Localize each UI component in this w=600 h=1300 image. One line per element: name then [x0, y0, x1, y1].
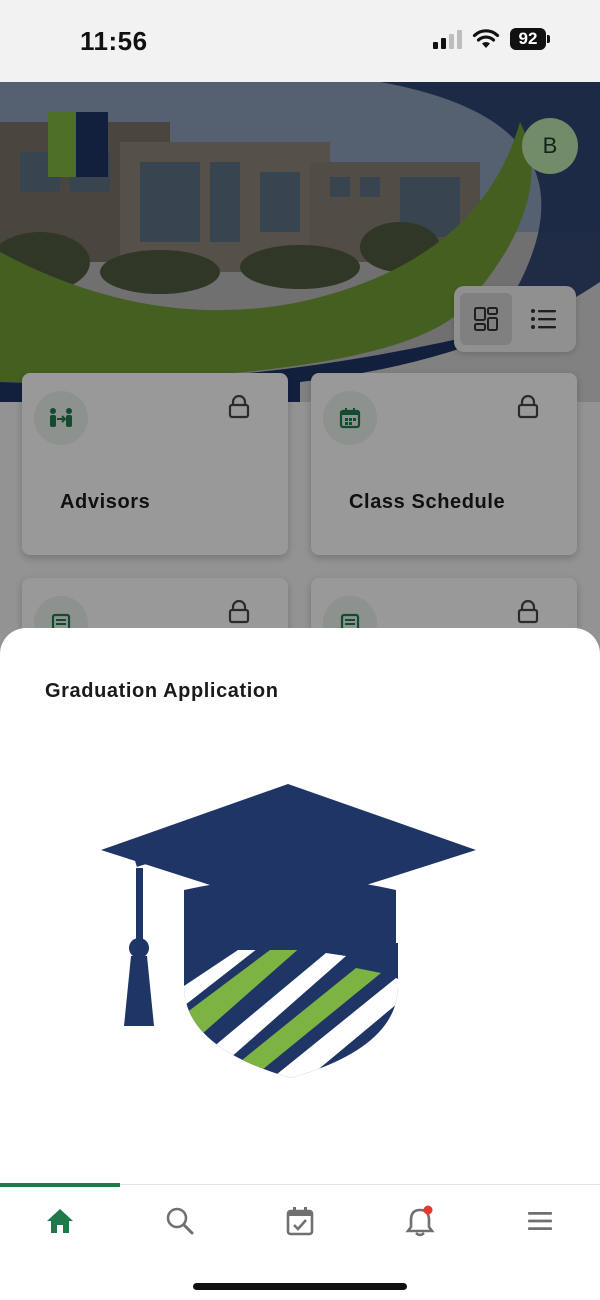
status-icons: 92 — [433, 28, 550, 50]
bottom-nav — [0, 1183, 600, 1300]
battery-level: 92 — [510, 28, 546, 50]
status-bar: 11:56 92 — [0, 0, 600, 82]
calendar-check-icon — [286, 1207, 314, 1236]
cellular-signal-icon — [433, 29, 462, 49]
nav-search[interactable] — [120, 1201, 240, 1241]
graduation-cap-logo — [101, 784, 476, 1078]
nav-menu[interactable] — [480, 1201, 600, 1241]
search-icon — [166, 1207, 194, 1235]
nav-calendar[interactable] — [240, 1201, 360, 1241]
sheet-title: Graduation Application — [45, 680, 279, 702]
bell-icon — [405, 1205, 435, 1237]
menu-icon — [528, 1212, 552, 1230]
wifi-icon — [472, 29, 500, 48]
battery-icon: 92 — [510, 28, 550, 50]
home-icon — [47, 1209, 73, 1233]
nav-notifications[interactable] — [360, 1201, 480, 1241]
notification-dot — [423, 1205, 433, 1215]
status-time: 11:56 — [80, 26, 148, 56]
home-indicator — [193, 1283, 407, 1290]
active-tab-indicator — [0, 1183, 120, 1187]
nav-home[interactable] — [0, 1201, 120, 1241]
